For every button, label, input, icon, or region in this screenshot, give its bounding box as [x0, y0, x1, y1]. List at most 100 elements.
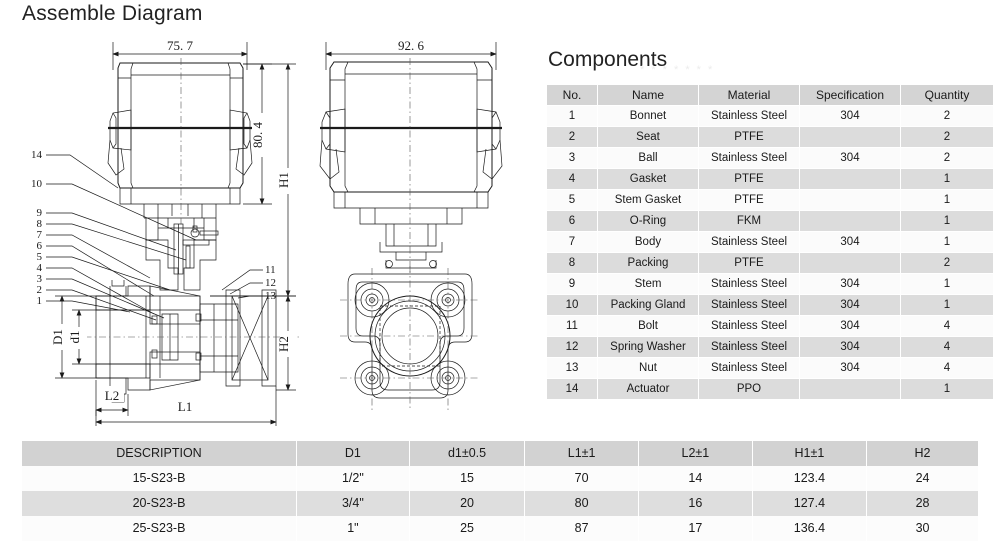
cell-d1-tol: 15: [409, 466, 526, 491]
cell-quantity: 1: [901, 190, 993, 210]
components-header-quantity: Quantity: [901, 85, 993, 105]
cell-specification: 304: [800, 295, 900, 315]
table-row: 10 Packing Gland Stainless Steel 304 1: [547, 295, 993, 315]
table-row: 2 Seat PTFE 2: [547, 127, 993, 147]
cell-specification: [800, 190, 900, 210]
spec-header-d1: D1: [296, 441, 410, 466]
cell-material: PTFE: [699, 253, 799, 273]
callout-leaders-left: 14 10 9 8 7 6 5 4 3 2 1: [31, 149, 197, 321]
dim-height-804: 80. 4: [243, 63, 272, 205]
dim-l1-label: L1: [178, 399, 192, 414]
cell-quantity: 1: [901, 274, 993, 294]
cell-h1: 123.4: [752, 466, 868, 491]
cell-material: Stainless Steel: [699, 358, 799, 378]
callout-label-1: 1: [37, 295, 43, 307]
spec-header-d1-tol: d1±0.5: [409, 441, 526, 466]
cell-name: Actuator: [598, 379, 698, 399]
watermark-text: * * * * * * *: [640, 64, 715, 76]
dim-h2-label: H2: [276, 336, 291, 352]
components-header-no: No.: [547, 85, 597, 105]
cell-specification: [800, 127, 900, 147]
components-header-material: Material: [699, 85, 799, 105]
cell-specification: 304: [800, 148, 900, 168]
cell-name: Stem: [598, 274, 698, 294]
table-row: 11 Bolt Stainless Steel 304 4: [547, 316, 993, 336]
cell-d1-tol: 25: [409, 516, 526, 541]
cell-no: 1: [547, 106, 597, 126]
cell-material: PTFE: [699, 190, 799, 210]
cell-no: 7: [547, 232, 597, 252]
cell-specification: 304: [800, 274, 900, 294]
cell-quantity: 4: [901, 358, 993, 378]
cell-name: Body: [598, 232, 698, 252]
cell-material: Stainless Steel: [699, 337, 799, 357]
cell-d1-tol: 20: [409, 491, 526, 516]
cell-name: Nut: [598, 358, 698, 378]
callout-label-10: 10: [31, 178, 43, 190]
table-row: 7 Body Stainless Steel 304 1: [547, 232, 993, 252]
spec-header-l2: L2±1: [638, 441, 753, 466]
cell-specification: [800, 253, 900, 273]
dim-d1-label: D1: [50, 329, 65, 345]
table-row: 13 Nut Stainless Steel 304 4: [547, 358, 993, 378]
components-table: No. Name Material Specification Quantity…: [546, 84, 994, 400]
cell-name: Packing Gland: [598, 295, 698, 315]
cell-material: Stainless Steel: [699, 295, 799, 315]
cell-description: 20-S23-B: [22, 491, 297, 516]
cell-material: PTFE: [699, 169, 799, 189]
page-title: Assemble Diagram: [22, 2, 203, 25]
side-actuator-housing: [319, 61, 503, 269]
cell-specification: [800, 211, 900, 231]
dim-l2-label: L2: [105, 388, 119, 403]
cell-quantity: 2: [901, 106, 993, 126]
table-row: 25-S23-B 1" 25 87 17 136.4 30: [22, 516, 978, 541]
specification-table: DESCRIPTION D1 d1±0.5 L1±1 L2±1 H1±1 H2 …: [22, 441, 978, 541]
cell-material: PTFE: [699, 127, 799, 147]
cell-no: 12: [547, 337, 597, 357]
spec-header-l1: L1±1: [524, 441, 639, 466]
cell-name: Stem Gasket: [598, 190, 698, 210]
table-row: 8 Packing PTFE 2: [547, 253, 993, 273]
flange-face-view: [340, 266, 480, 410]
cell-specification: 304: [800, 358, 900, 378]
cell-name: O-Ring: [598, 211, 698, 231]
cell-h2: 30: [866, 516, 978, 541]
dim-d1-small-label: d1: [67, 331, 82, 344]
cell-l2: 17: [638, 516, 753, 541]
cell-name: Bonnet: [598, 106, 698, 126]
dim-h1: H1: [210, 63, 297, 297]
cell-h2: 24: [866, 466, 978, 491]
cell-material: Stainless Steel: [699, 316, 799, 336]
side-view-group: 92. 6: [319, 36, 503, 410]
table-row: 15-S23-B 1/2" 15 70 14 123.4 24: [22, 466, 978, 491]
cell-name: Seat: [598, 127, 698, 147]
valve-body-section: [70, 218, 300, 403]
cell-name: Packing: [598, 253, 698, 273]
cell-description: 25-S23-B: [22, 516, 297, 541]
front-view-group: 75. 7 80. 4 14 10 9 8 7 6 5 4 3 2 1 11 1…: [31, 36, 300, 426]
cell-h1: 127.4: [752, 491, 868, 516]
cell-quantity: 1: [901, 211, 993, 231]
cell-no: 10: [547, 295, 597, 315]
table-row: 20-S23-B 3/4" 20 80 16 127.4 28: [22, 491, 978, 516]
cell-specification: [800, 169, 900, 189]
cell-quantity: 1: [901, 379, 993, 399]
cell-no: 5: [547, 190, 597, 210]
table-row: 4 Gasket PTFE 1: [547, 169, 993, 189]
cell-no: 13: [547, 358, 597, 378]
cell-quantity: 4: [901, 337, 993, 357]
table-row: 6 O-Ring FKM 1: [547, 211, 993, 231]
cell-d1: 3/4": [296, 491, 410, 516]
cell-l2: 16: [638, 491, 753, 516]
spec-header-h2: H2: [866, 441, 978, 466]
cell-quantity: 4: [901, 316, 993, 336]
cell-material: PPO: [699, 379, 799, 399]
spec-header-h1: H1±1: [752, 441, 868, 466]
dim-h2: H2: [210, 295, 297, 391]
cell-name: Ball: [598, 148, 698, 168]
table-row: 1 Bonnet Stainless Steel 304 2: [547, 106, 993, 126]
dim-h1-label: H1: [276, 172, 291, 188]
cell-name: Spring Washer: [598, 337, 698, 357]
table-row: 5 Stem Gasket PTFE 1: [547, 190, 993, 210]
cell-no: 6: [547, 211, 597, 231]
